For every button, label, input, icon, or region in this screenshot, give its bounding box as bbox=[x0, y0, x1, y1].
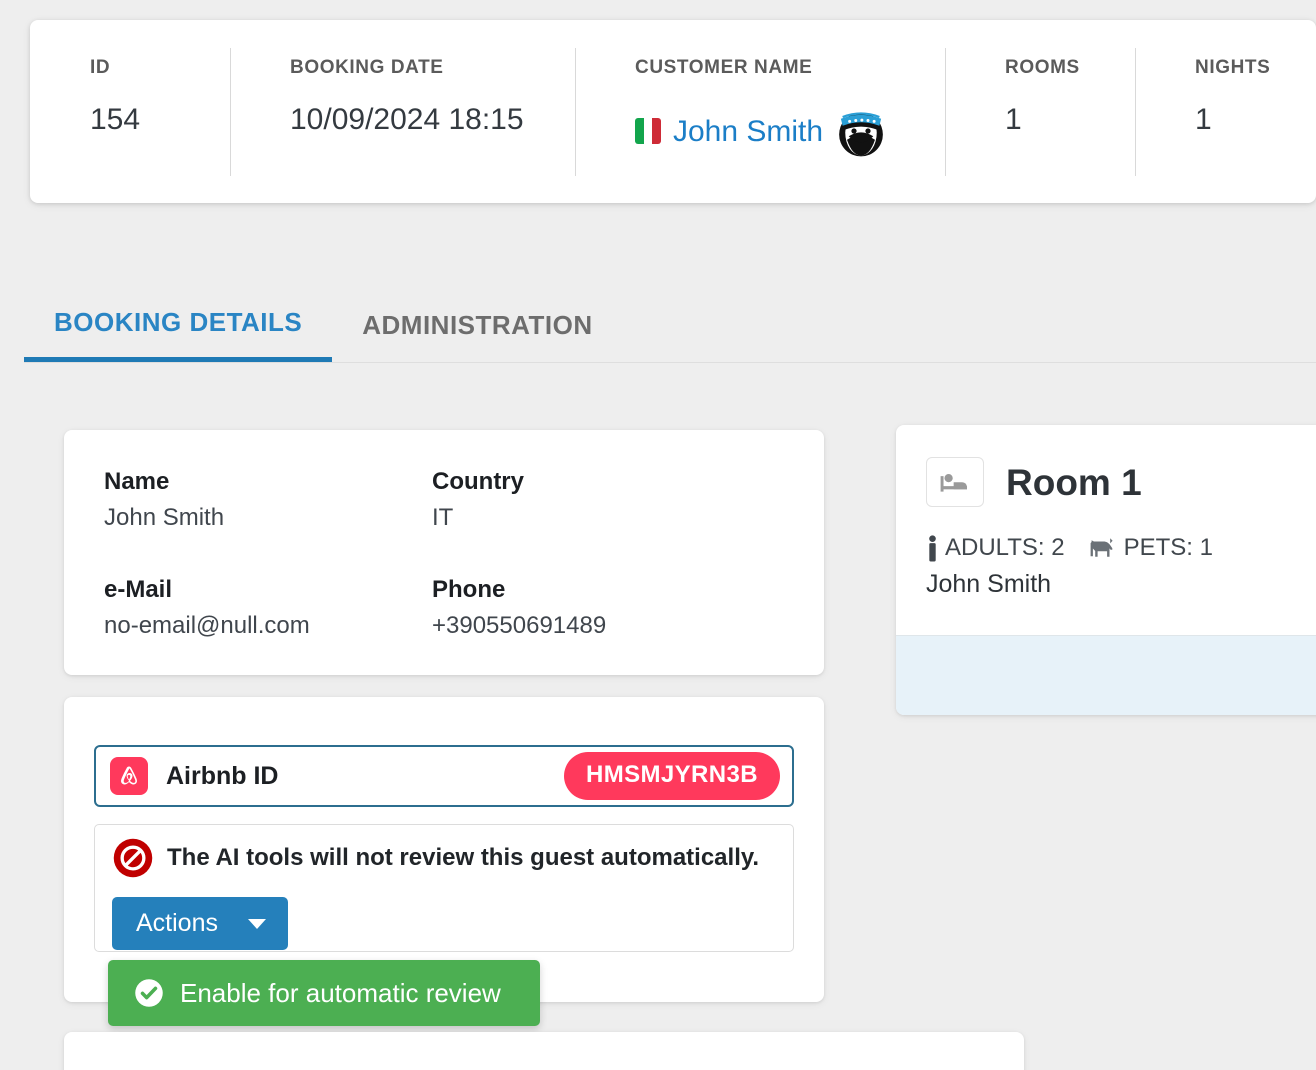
italy-flag-icon bbox=[635, 118, 661, 144]
summary-cell-nights: NIGHTS 1 bbox=[1135, 20, 1316, 203]
page-root: ID 154 BOOKING DATE 10/09/2024 18:15 CUS… bbox=[0, 0, 1316, 1070]
customer-name-link[interactable]: John Smith bbox=[673, 115, 823, 148]
chevron-down-icon bbox=[247, 918, 266, 929]
airbnb-id-badge[interactable]: HMSMJYRN3B bbox=[563, 752, 780, 800]
tab-booking-details[interactable]: BOOKING DETAILS bbox=[24, 276, 333, 362]
airbnb-id-row[interactable]: Airbnb ID HMSMJYRN3B bbox=[94, 745, 794, 807]
summary-label-rooms: ROOMS bbox=[1005, 57, 1080, 78]
field-phone: Phone +390550691489 bbox=[432, 572, 606, 644]
check-circle-icon bbox=[135, 979, 163, 1007]
no-entry-icon bbox=[113, 838, 153, 878]
booking-summary-card: ID 154 BOOKING DATE 10/09/2024 18:15 CUS… bbox=[30, 20, 1316, 203]
room-card: Room 1 ADULTS: 2 PETS: 1 John Smith bbox=[896, 425, 1316, 715]
tab-bar-divider bbox=[24, 362, 1316, 363]
field-email-label: e-Mail bbox=[104, 576, 173, 603]
summary-value-nights: 1 bbox=[1195, 103, 1212, 136]
summary-label-id: ID bbox=[90, 57, 111, 78]
field-email: e-Mail no-email@null.com bbox=[104, 572, 432, 644]
field-name: Name John Smith bbox=[104, 464, 432, 536]
summary-value-booking-date: 10/09/2024 18:15 bbox=[290, 103, 524, 136]
actions-button-label: Actions bbox=[136, 909, 218, 937]
field-name-value: John Smith bbox=[104, 504, 225, 531]
summary-cell-customer-name: CUSTOMER NAME John Smith bbox=[575, 20, 945, 203]
menu-item-label: Enable for automatic review bbox=[180, 977, 501, 1008]
tab-bar: BOOKING DETAILS ADMINISTRATION bbox=[24, 276, 1316, 364]
airbnb-logo-icon bbox=[110, 757, 148, 795]
summary-cell-booking-date: BOOKING DATE 10/09/2024 18:15 bbox=[230, 20, 575, 203]
summary-label-booking-date: BOOKING DATE bbox=[290, 57, 444, 78]
actions-button[interactable]: Actions bbox=[112, 897, 288, 950]
summary-label-customer-name: CUSTOMER NAME bbox=[635, 57, 813, 78]
field-phone-value: +390550691489 bbox=[432, 612, 607, 639]
field-country-value: IT bbox=[432, 504, 454, 531]
person-icon bbox=[929, 534, 936, 562]
summary-cell-id: ID 154 bbox=[30, 20, 230, 203]
summary-cell-rooms: ROOMS 1 bbox=[945, 20, 1135, 203]
ai-review-notice-box: The AI tools will not review this guest … bbox=[94, 824, 794, 952]
pets-count-text: PETS: 1 bbox=[1123, 534, 1213, 561]
channel-ai-card: Airbnb ID HMSMJYRN3B The AI tools will n… bbox=[64, 697, 824, 1002]
summary-value-rooms: 1 bbox=[1005, 103, 1022, 136]
field-country: Country IT bbox=[432, 464, 606, 536]
menu-item-enable-automatic-review[interactable]: Enable for automatic review bbox=[108, 960, 540, 1026]
adults-count-text: ADULTS: 2 bbox=[945, 534, 1065, 561]
dog-icon bbox=[1090, 538, 1113, 557]
room-card-footer bbox=[896, 635, 1316, 715]
field-phone-label: Phone bbox=[432, 576, 506, 603]
summary-value-customer-name: John Smith bbox=[635, 103, 935, 159]
bearded-face-avatar-icon bbox=[839, 112, 883, 157]
summary-label-nights: NIGHTS bbox=[1195, 57, 1271, 78]
customer-details-card: Name John Smith Country IT e-Mail no-ema… bbox=[64, 430, 824, 675]
tab-administration[interactable]: ADMINISTRATION bbox=[332, 276, 622, 362]
room-title: Room 1 bbox=[1006, 461, 1142, 503]
room-guest-name: John Smith bbox=[926, 570, 1052, 598]
next-section-card bbox=[64, 1032, 1024, 1070]
pets-group: PETS: 1 bbox=[1089, 534, 1213, 562]
summary-value-id: 154 bbox=[90, 103, 141, 136]
field-country-label: Country bbox=[432, 468, 524, 495]
ai-review-notice-line: The AI tools will not review this guest … bbox=[112, 837, 759, 879]
bed-icon bbox=[926, 457, 984, 507]
customer-details-grid: Name John Smith Country IT e-Mail no-ema… bbox=[104, 464, 606, 644]
room-occupancy: ADULTS: 2 PETS: 1 bbox=[896, 507, 1316, 562]
field-email-value: no-email@null.com bbox=[104, 612, 310, 639]
room-card-header: Room 1 bbox=[896, 425, 1316, 507]
ai-review-notice-text: The AI tools will not review this guest … bbox=[167, 844, 760, 871]
airbnb-id-label: Airbnb ID bbox=[166, 761, 279, 790]
field-name-label: Name bbox=[104, 468, 170, 495]
